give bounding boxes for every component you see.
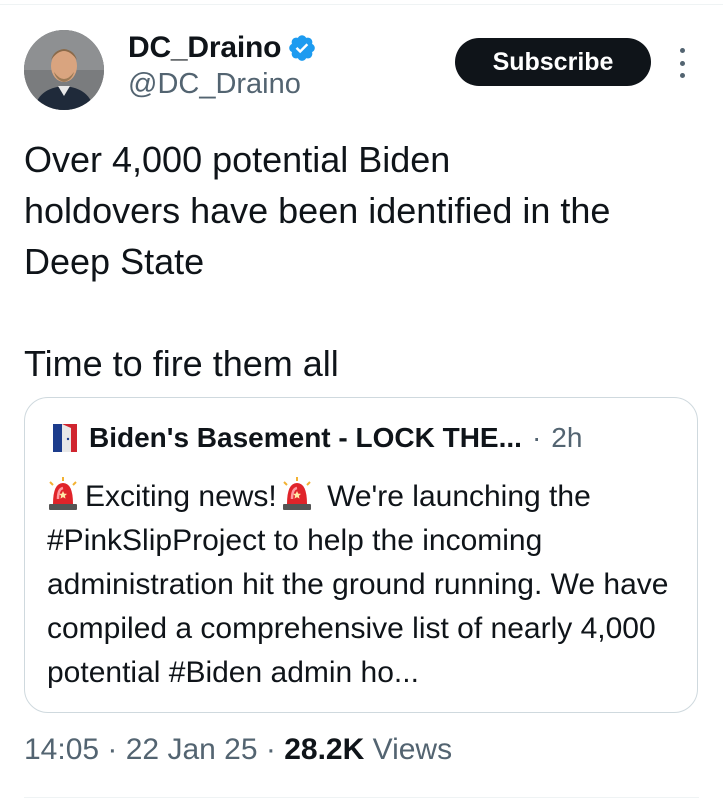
meta-separator: · [99,733,126,766]
tweet-meta: 14:05 · 22 Jan 25 · 28.2K Views [24,733,452,767]
verified-badge-icon[interactable] [287,33,317,63]
more-vertical-icon[interactable] [672,48,692,78]
quoted-separator: · [531,422,542,453]
views-label: Views [364,733,453,766]
more-dot [679,60,685,66]
views-count[interactable]: 28.2K [284,733,364,766]
meta-separator: · [257,733,285,766]
tweet-text: Over 4,000 potential Biden holdovers hav… [24,139,611,384]
quoted-text-part1: Exciting news! [85,480,277,513]
avatar-photo [24,30,104,110]
tweet-date[interactable]: 22 Jan 25 [126,733,258,766]
quoted-tweet-header: Biden's Basement - LOCK THE... · 2h [51,422,582,454]
display-name[interactable]: DC_Draino [128,31,281,65]
quoted-author-avatar-icon[interactable] [51,422,79,454]
tweet-time[interactable]: 14:05 [24,733,99,766]
handle[interactable]: @DC_Draino [128,68,317,101]
top-divider [0,4,723,5]
police-light-icon [282,477,311,510]
quoted-tweet-card[interactable]: Biden's Basement - LOCK THE... · 2h Exci… [24,397,698,713]
bottom-divider [24,797,699,798]
subscribe-button[interactable]: Subscribe [455,38,651,86]
name-row: DC_Draino [128,28,317,68]
more-dot [679,73,685,78]
avatar[interactable] [24,30,104,110]
quoted-tweet-text: Exciting news! We're launching the #Pink… [47,475,687,695]
quoted-timestamp[interactable]: 2h [551,422,582,454]
police-light-icon [49,477,77,510]
more-dot [679,48,685,53]
quoted-author-name[interactable]: Biden's Basement - LOCK THE... [89,422,522,454]
author-block: DC_Draino @DC_Draino [128,28,317,101]
